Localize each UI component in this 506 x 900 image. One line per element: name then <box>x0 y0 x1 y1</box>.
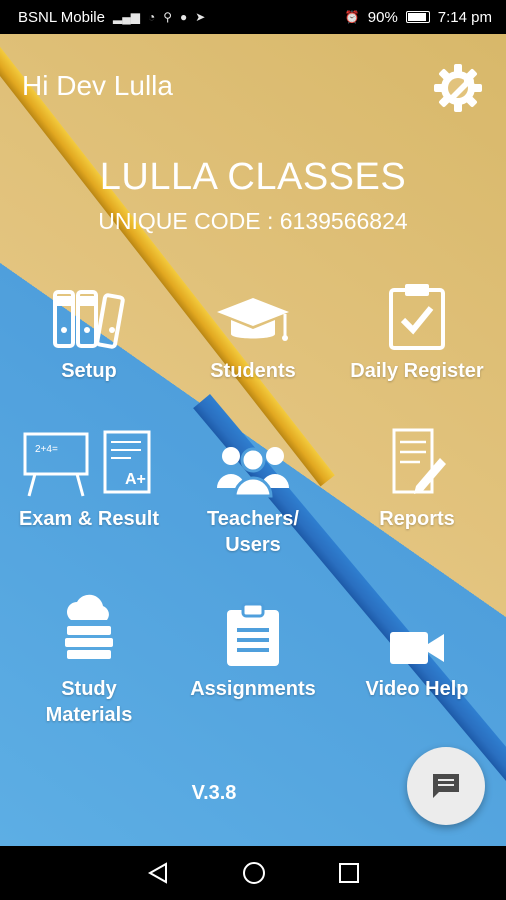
svg-text:2+4=: 2+4= <box>35 444 58 455</box>
study-label-line2: Materials <box>45 704 133 726</box>
clipboard-list-icon <box>225 592 281 668</box>
recents-icon[interactable] <box>338 862 360 884</box>
students-label: Students <box>210 360 296 382</box>
app-icon: ● <box>180 10 188 24</box>
video-camera-icon <box>388 592 446 668</box>
carrier-name: BSNL Mobile <box>18 8 105 26</box>
navigation-bar <box>0 846 506 900</box>
back-icon[interactable] <box>146 861 170 885</box>
svg-text:A+: A+ <box>125 471 146 488</box>
gear-wrench-icon <box>434 64 482 112</box>
app-version: V.3.8 <box>191 782 237 804</box>
graduation-cap-icon <box>215 274 291 350</box>
study-label-line1: Study <box>61 678 117 700</box>
setup-tile[interactable]: Setup <box>4 274 174 384</box>
teachers-users-label: Teachers/ Users <box>207 506 299 558</box>
usb-icon: ⚲ <box>163 10 172 24</box>
clock: 7:14 pm <box>437 8 492 26</box>
exam-board-icon: 2+4= A+ <box>21 422 157 498</box>
exam-result-tile[interactable]: 2+4= A+ Exam & Result <box>4 422 174 532</box>
greeting-text: Hi Dev Lulla <box>22 70 173 101</box>
study-materials-label: Study Materials <box>46 676 133 728</box>
battery-icon <box>405 11 430 23</box>
video-help-label: Video Help <box>365 678 469 700</box>
home-screen: Hi Dev Lulla LULLA CLASSES UNIQUE CODE :… <box>0 34 506 846</box>
institute-name: LULLA CLASSES <box>99 156 407 198</box>
teachers-label-line2: Users <box>225 534 281 556</box>
study-materials-tile[interactable]: Study Materials <box>4 592 174 728</box>
cloud-books-icon <box>59 592 119 668</box>
reports-tile[interactable]: Reports <box>332 422 502 532</box>
signal-icon: ▂▄▆ <box>112 10 140 24</box>
assignments-label: Assignments <box>190 678 316 700</box>
status-bar: BSNL Mobile ▂▄▆ ◔ ⚲ ● ➤ ⏰ 90% 7:14 pm <box>0 0 506 34</box>
students-tile[interactable]: Students <box>168 274 338 384</box>
battery-percent: 90% <box>367 8 398 26</box>
chat-icon <box>433 774 459 798</box>
unique-code: UNIQUE CODE : 6139566824 <box>98 208 408 234</box>
setup-label: Setup <box>61 360 117 382</box>
telegram-icon: ➤ <box>195 10 206 24</box>
daily-register-tile[interactable]: Daily Register <box>332 274 502 384</box>
daily-register-label: Daily Register <box>350 360 484 382</box>
binders-icon <box>51 274 127 350</box>
chat-button[interactable] <box>407 747 485 825</box>
group-users-icon <box>215 422 291 498</box>
home-icon[interactable] <box>241 860 267 886</box>
exam-result-label: Exam & Result <box>18 508 160 530</box>
wifi-icon: ◔ <box>147 10 156 24</box>
assignments-tile[interactable]: Assignments <box>168 592 338 702</box>
settings-button[interactable] <box>428 58 488 118</box>
report-pen-icon <box>386 422 448 498</box>
reports-label: Reports <box>379 508 455 530</box>
teachers-label-line1: Teachers/ <box>207 508 299 530</box>
clipboard-check-icon <box>387 274 447 350</box>
teachers-users-tile[interactable]: Teachers/ Users <box>168 422 338 558</box>
video-help-tile[interactable]: Video Help <box>332 592 502 702</box>
alarm-icon: ⏰ <box>344 10 360 24</box>
